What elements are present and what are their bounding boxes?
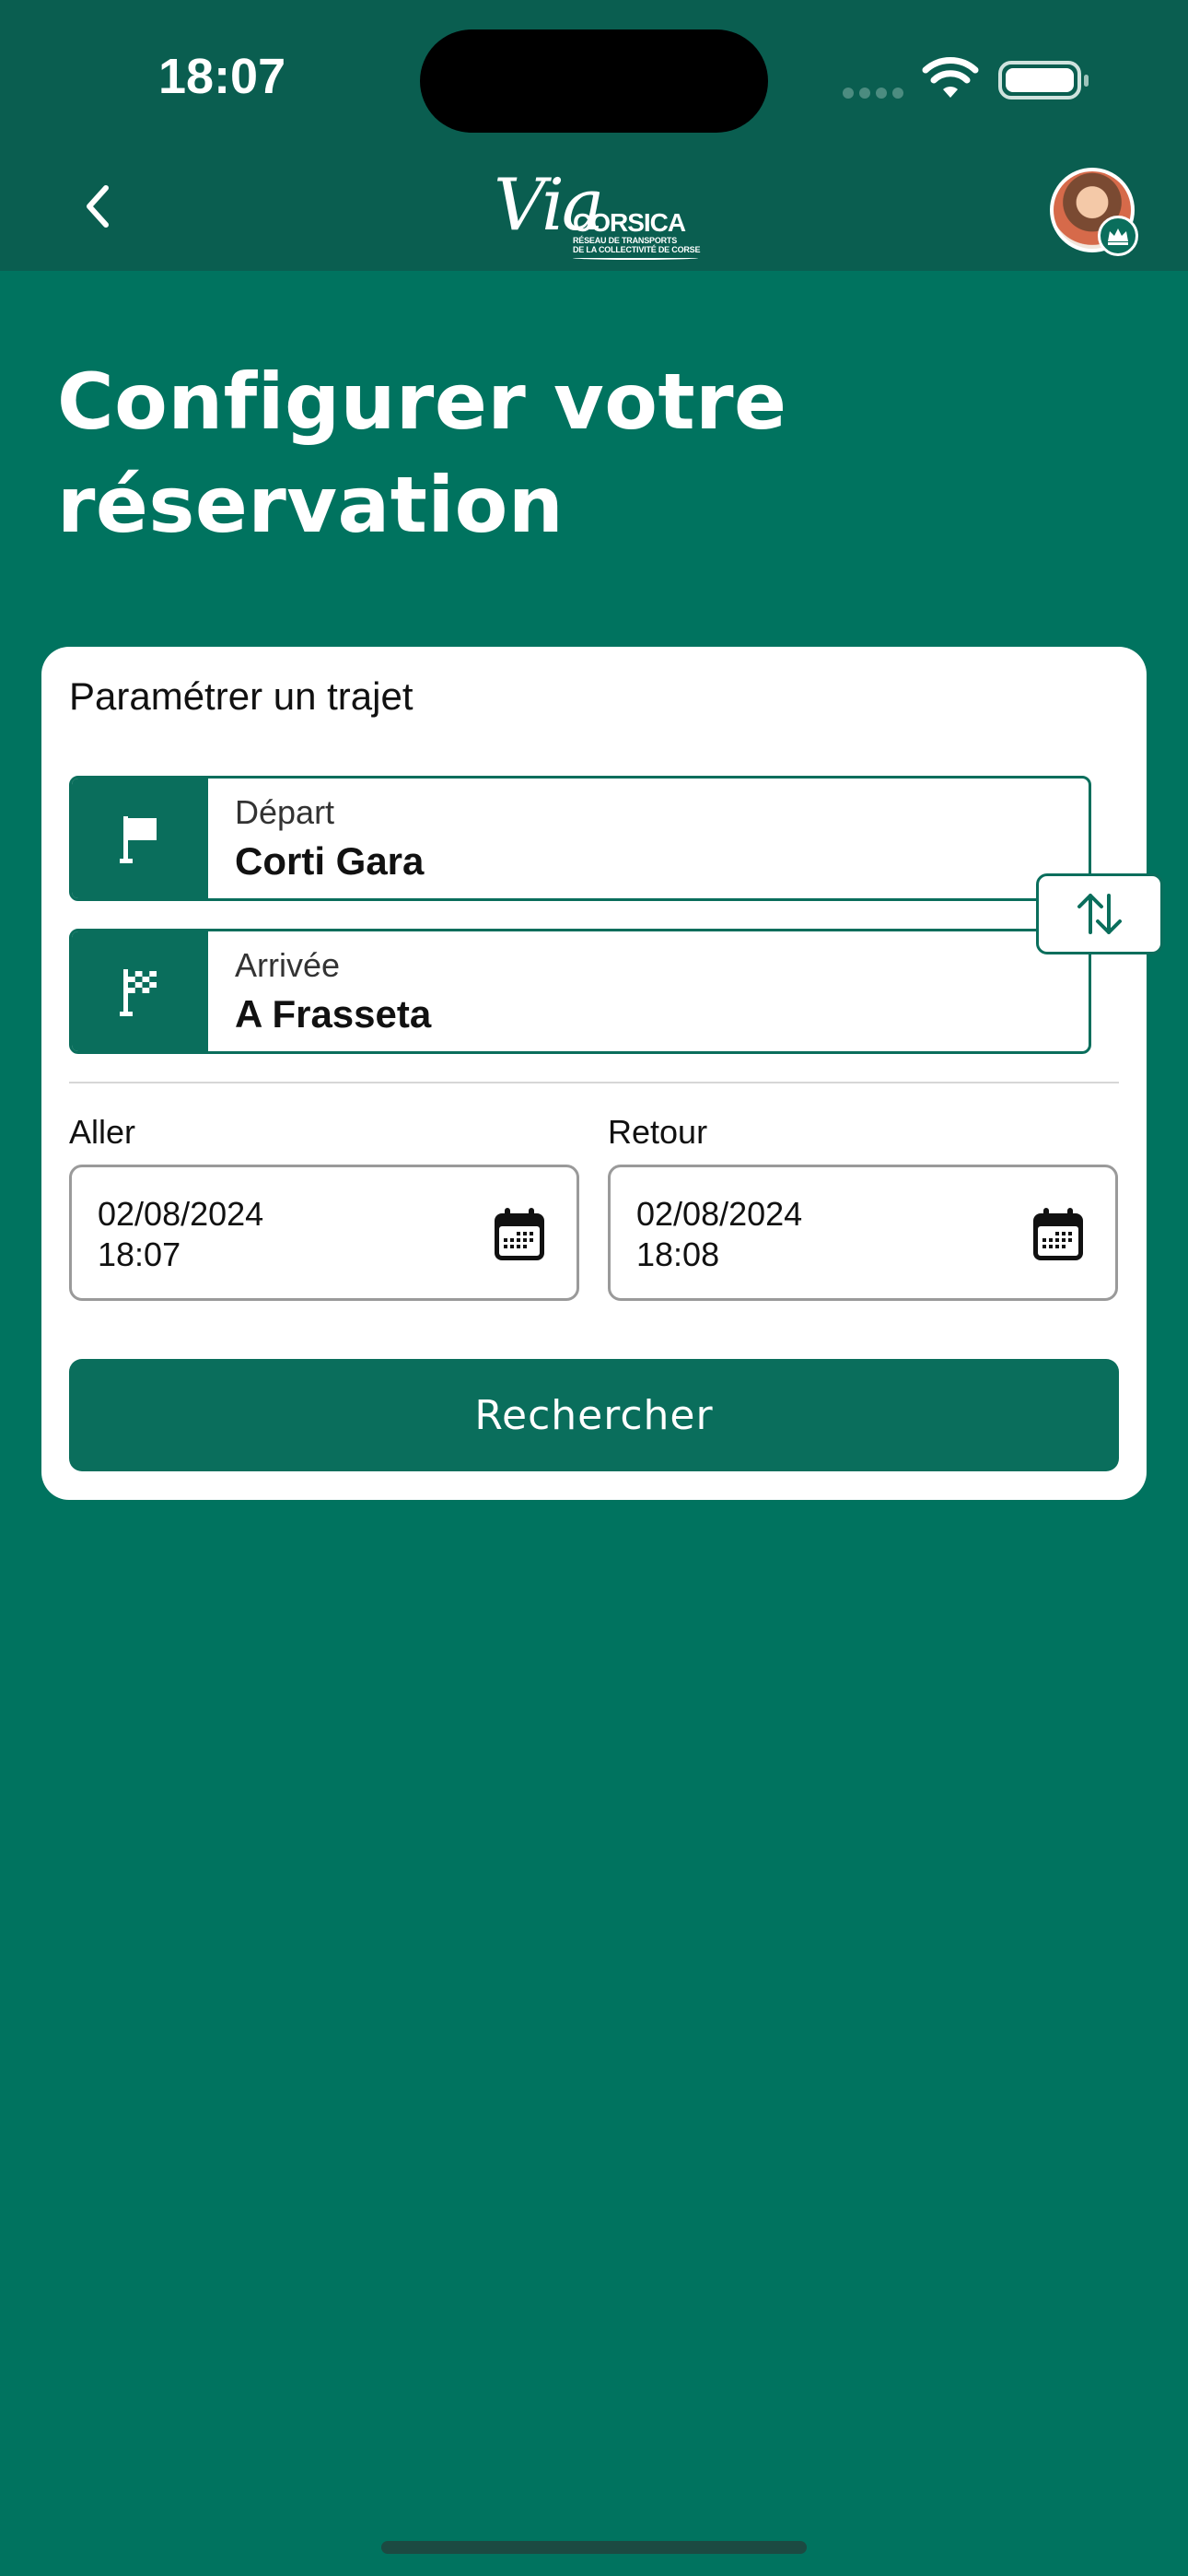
checkered-flag-icon [120, 969, 157, 1016]
outbound-date-field[interactable]: 02/08/2024 18:07 [69, 1165, 579, 1301]
departure-label: Départ [235, 793, 335, 831]
logo-swoosh [573, 256, 698, 260]
outbound-time: 18:07 [98, 1235, 181, 1273]
booking-form-card: Paramétrer un trajet Départ Corti Gara A… [41, 647, 1163, 1500]
dynamic-island [420, 29, 768, 133]
arrival-icon-box [72, 931, 208, 1051]
wifi-icon [922, 57, 979, 98]
return-label: Retour [608, 1113, 708, 1151]
battery-icon [998, 61, 1089, 100]
divider [69, 1082, 1119, 1083]
via-corsica-logo: Via CORSICA RÉSEAU DE TRANSPORTS DE LA C… [488, 160, 701, 260]
user-avatar[interactable] [1050, 168, 1138, 256]
back-button[interactable] [72, 181, 123, 232]
page-title: Configurer votre réservation [57, 350, 886, 556]
return-time: 18:08 [636, 1235, 720, 1273]
cellular-signal-icon [843, 87, 909, 103]
back-chevron-icon [87, 185, 109, 228]
departure-field[interactable]: Départ Corti Gara [69, 776, 1091, 901]
logo-subtitle-2: DE LA COLLECTIVITÉ DE CORSE [573, 245, 701, 254]
departure-icon-box [72, 779, 208, 898]
calendar-icon [495, 1208, 544, 1260]
page-title-line-1: Configurer votre [57, 357, 787, 447]
page-title-line-2: réservation [57, 460, 565, 550]
search-button[interactable]: Rechercher [69, 1359, 1119, 1471]
logo-corsica: CORSICA [573, 208, 686, 237]
status-time: 18:07 [158, 49, 286, 104]
crown-icon [1108, 228, 1128, 245]
departure-value: Corti Gara [235, 839, 425, 883]
section-title: Paramétrer un trajet [69, 674, 413, 718]
calendar-icon [1033, 1208, 1083, 1260]
logo-subtitle-1: RÉSEAU DE TRANSPORTS [573, 236, 678, 245]
home-indicator[interactable] [381, 2541, 807, 2554]
arrival-value: A Frasseta [235, 992, 432, 1036]
arrival-label: Arrivée [235, 946, 341, 984]
return-date-field[interactable]: 02/08/2024 18:08 [608, 1165, 1118, 1301]
outbound-label: Aller [69, 1113, 136, 1151]
top-bar: 18:07 Via CORSICA RÉSEAU DE TRANSPORTS D… [0, 0, 1188, 271]
outbound-date: 02/08/2024 [98, 1195, 264, 1233]
return-date: 02/08/2024 [636, 1195, 803, 1233]
swap-arrows-icon [1077, 894, 1122, 934]
flag-icon [120, 816, 157, 863]
swap-locations-button[interactable] [1036, 873, 1163, 954]
crown-badge [1098, 216, 1138, 256]
arrival-field[interactable]: Arrivée A Frasseta [69, 929, 1091, 1054]
